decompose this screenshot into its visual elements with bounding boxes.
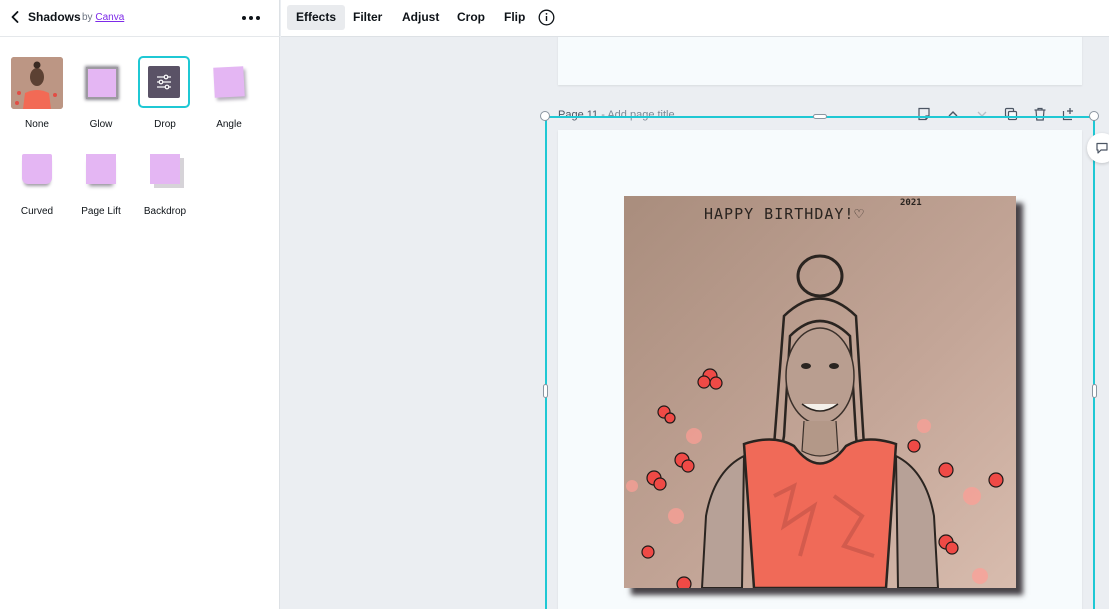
drop-preview	[148, 66, 180, 98]
effect-thumbnail	[11, 57, 63, 109]
image-toolbar: Effects Filter Adjust Crop Flip	[281, 0, 1109, 37]
more-dot	[242, 16, 246, 20]
chevron-left-icon	[11, 11, 19, 23]
effect-glow[interactable]: Glow	[73, 57, 129, 130]
effect-page-lift[interactable]: Page Lift	[73, 144, 129, 217]
birthday-portrait-image[interactable]: HAPPY BIRTHDAY!♡ 2021	[624, 196, 1016, 588]
more-dot	[256, 16, 260, 20]
chevron-up-icon	[948, 111, 958, 117]
effect-label: None	[25, 119, 49, 130]
panel-title: Shadows	[28, 10, 81, 24]
portrait-thumbnail-icon	[11, 57, 63, 109]
portrait-drawing	[624, 196, 1016, 588]
effect-thumbnail	[139, 144, 191, 196]
canva-link[interactable]: Canva	[95, 12, 124, 23]
effect-thumbnail	[203, 57, 255, 109]
editor-canvas: Page 11 - Add page title HAPPY BIRTHDAY!…	[281, 37, 1109, 609]
add-page-icon	[1062, 108, 1073, 121]
page-number: Page 11	[558, 109, 599, 121]
effect-angle[interactable]: Angle	[201, 57, 257, 130]
move-page-up-button[interactable]	[945, 106, 963, 122]
effect-none[interactable]: None	[9, 57, 65, 130]
effect-label: Backdrop	[143, 206, 187, 217]
info-icon	[538, 9, 555, 26]
page-title-input[interactable]: - Add page title	[601, 109, 674, 121]
panel-header: Shadows by Canva	[0, 0, 280, 37]
more-dot	[249, 16, 253, 20]
filter-button[interactable]: Filter	[344, 5, 391, 30]
resize-handle-right[interactable]	[1092, 384, 1097, 398]
flip-button[interactable]: Flip	[495, 5, 534, 30]
effect-label: Drop	[154, 119, 176, 130]
effect-thumbnail	[75, 144, 127, 196]
panel-credit: by Canva	[82, 12, 124, 23]
year-text: 2021	[900, 198, 922, 208]
chevron-down-icon	[977, 111, 987, 117]
effect-thumbnail	[138, 56, 191, 109]
comment-icon	[1096, 142, 1108, 154]
trash-icon	[1034, 107, 1046, 121]
page-lift-preview	[86, 154, 116, 184]
move-page-down-button[interactable]	[974, 106, 992, 122]
effect-drop[interactable]: Drop	[137, 56, 193, 130]
birthday-text: HAPPY BIRTHDAY!♡	[704, 205, 865, 223]
backdrop-preview	[150, 154, 180, 184]
add-page-button[interactable]	[1061, 106, 1079, 122]
duplicate-page-button[interactable]	[1003, 106, 1021, 122]
photo-thumbnail	[11, 57, 63, 109]
add-comment-button[interactable]	[1087, 133, 1109, 163]
effect-backdrop[interactable]: Backdrop	[137, 144, 193, 217]
effect-label: Page Lift	[81, 206, 121, 217]
resize-handle-top-left[interactable]	[540, 111, 550, 121]
delete-page-button[interactable]	[1032, 106, 1050, 122]
adjust-button[interactable]: Adjust	[393, 5, 448, 30]
effect-label: Glow	[89, 119, 113, 130]
glow-preview	[86, 67, 118, 99]
info-button[interactable]	[538, 9, 555, 26]
resize-handle-top[interactable]	[813, 114, 827, 119]
effect-label: Angle	[216, 119, 242, 130]
page-header: Page 11 - Add page title	[558, 109, 675, 121]
sliders-icon	[157, 74, 171, 90]
effect-thumbnail	[11, 144, 63, 196]
effects-panel: Shadows by Canva None Glow Drop Angle Cu…	[0, 0, 280, 609]
previous-page[interactable]	[558, 37, 1082, 85]
curved-preview	[22, 154, 52, 184]
effects-button[interactable]: Effects	[287, 5, 346, 30]
effect-curved[interactable]: Curved	[9, 144, 65, 217]
effect-label: Curved	[20, 206, 54, 217]
resize-handle-left[interactable]	[543, 384, 548, 398]
page-note-button[interactable]	[916, 106, 934, 122]
note-icon	[918, 107, 930, 121]
effect-thumbnail	[75, 57, 127, 109]
crop-button[interactable]: Crop	[448, 5, 494, 30]
credit-prefix: by	[82, 12, 93, 23]
duplicate-icon	[1004, 107, 1018, 121]
more-options-button[interactable]	[240, 8, 262, 28]
back-button[interactable]	[10, 8, 24, 28]
resize-handle-top-right[interactable]	[1089, 111, 1099, 121]
angle-preview	[213, 66, 245, 98]
